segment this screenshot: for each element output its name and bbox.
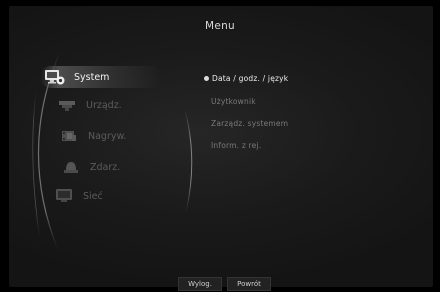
sidebar-item-event[interactable]: Zdarz. [60,157,120,177]
alarm-icon [60,158,82,176]
submenu-item-date-time-language[interactable]: Data / godz. / język [204,74,288,83]
sidebar-item-network[interactable]: Sieć [53,186,103,206]
submenu-item-label: Data / godz. / język [212,74,289,83]
submenu-item-label: Użytkownik [211,97,256,106]
sidebar-item-label: Zdarz. [90,161,121,173]
submenu-item-user[interactable]: Użytkownik [211,97,256,106]
film-icon [58,127,80,145]
sidebar-item-label: System [74,71,110,83]
back-button[interactable]: Powrót [227,277,271,291]
camera-icon [56,96,78,114]
monitor-gear-icon [44,68,66,86]
sidebar-item-label: Nagryw. [88,130,127,142]
sidebar-item-system[interactable]: System [44,67,109,87]
selection-bullet-icon [204,75,209,81]
page-title: Menu [204,20,236,32]
sidebar-item-device[interactable]: Urządz. [56,95,122,115]
sidebar-item-label: Sieć [83,190,103,202]
submenu-item-label: Zarządz. systemem [211,119,289,128]
screen: Menu System Urządz. Nagryw. Zdarz. Sieć … [0,0,440,292]
logout-button[interactable]: Wylog. [178,277,222,291]
sidebar-item-label: Urządz. [86,99,122,111]
monitor-icon [53,187,75,205]
sidebar-item-record[interactable]: Nagryw. [58,126,126,146]
submenu-item-system-management[interactable]: Zarządz. systemem [211,119,288,128]
submenu-item-log-info[interactable]: Inform. z rej. [211,141,261,150]
submenu-item-label: Inform. z rej. [211,141,262,150]
